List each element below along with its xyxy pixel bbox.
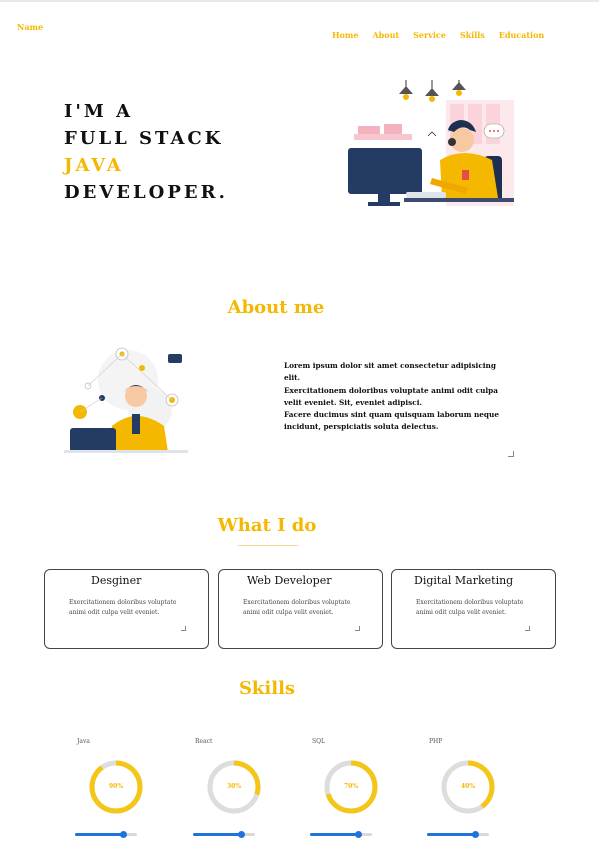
about-paragraph-1: Lorem ipsum dolor sit amet consectetur a… (284, 361, 496, 383)
skill-percent: 30% (226, 783, 242, 790)
nav-education[interactable]: Education (499, 30, 544, 40)
skill-slider[interactable] (310, 831, 372, 838)
service-card-title: Web Developer (247, 574, 332, 587)
nav-service[interactable]: Service (413, 30, 446, 40)
slider-fill (427, 833, 476, 836)
skill-percent: 90% (108, 783, 124, 790)
slider-fill (193, 833, 242, 836)
service-card-desc: Exercitationem doloribus voluptate animi… (416, 599, 524, 616)
slider-fill (310, 833, 359, 836)
skill-percent: 40% (460, 783, 476, 790)
skill-slider[interactable] (193, 831, 255, 838)
about-text-area[interactable]: Lorem ipsum dolor sit amet consectetur a… (284, 360, 514, 457)
resize-handle[interactable] (355, 626, 360, 631)
slider-knob[interactable] (471, 831, 479, 838)
service-card-title: Digital Marketing (414, 574, 514, 587)
skill-label: SQL (312, 738, 326, 745)
service-card-title: Desginer (91, 574, 142, 587)
skill-label: PHP (429, 738, 443, 745)
service-card-desc: Exercitationem doloribus voluptate animi… (243, 599, 351, 616)
slider-knob[interactable] (237, 831, 245, 838)
skill-slider[interactable] (427, 831, 489, 838)
hero-line-3: JAVA (64, 155, 124, 176)
resize-handle[interactable] (525, 626, 530, 631)
service-card-designer[interactable]: Desginer Exercitationem doloribus volupt… (44, 569, 209, 649)
service-card-desc: Exercitationem doloribus voluptate animi… (69, 599, 177, 616)
hero-line-2: FULL STACK (64, 128, 224, 149)
developer-illustration (348, 80, 514, 206)
hero-line-1: I'M A (64, 101, 134, 122)
service-card-web-developer[interactable]: Web Developer Exercitationem doloribus v… (218, 569, 383, 649)
resize-handle[interactable] (508, 451, 514, 457)
about-title: About me (227, 297, 325, 318)
brand-logo[interactable]: Name (17, 22, 43, 32)
about-paragraph-3: Facere ducimus sint quam quisquam laboru… (284, 410, 499, 432)
skill-label: Java (77, 738, 90, 745)
slider-knob[interactable] (354, 831, 362, 838)
services-underline (238, 545, 298, 546)
resize-handle[interactable] (181, 626, 186, 631)
about-paragraph-2: Exercitationem doloribus voluptate animi… (284, 385, 498, 407)
slider-fill (75, 833, 124, 836)
skill-percent: 70% (343, 783, 359, 790)
hero-line-4: DEVELOPER. (64, 182, 228, 203)
nav-home[interactable]: Home (332, 30, 358, 40)
service-card-digital-marketing[interactable]: Digital Marketing Exercitationem dolorib… (391, 569, 556, 649)
services-title: What I do (217, 515, 317, 536)
nav-about[interactable]: About (372, 30, 399, 40)
hero-heading: I'M A FULL STACK JAVA DEVELOPER. (64, 98, 228, 206)
skill-label: React (195, 738, 213, 745)
nav-skills[interactable]: Skills (460, 30, 485, 40)
slider-knob[interactable] (119, 831, 127, 838)
about-illustration (64, 347, 188, 453)
main-nav: Home About Service Skills Education (332, 30, 558, 40)
top-border (0, 0, 599, 2)
skill-slider[interactable] (75, 831, 137, 838)
skills-title: Skills (238, 678, 296, 699)
